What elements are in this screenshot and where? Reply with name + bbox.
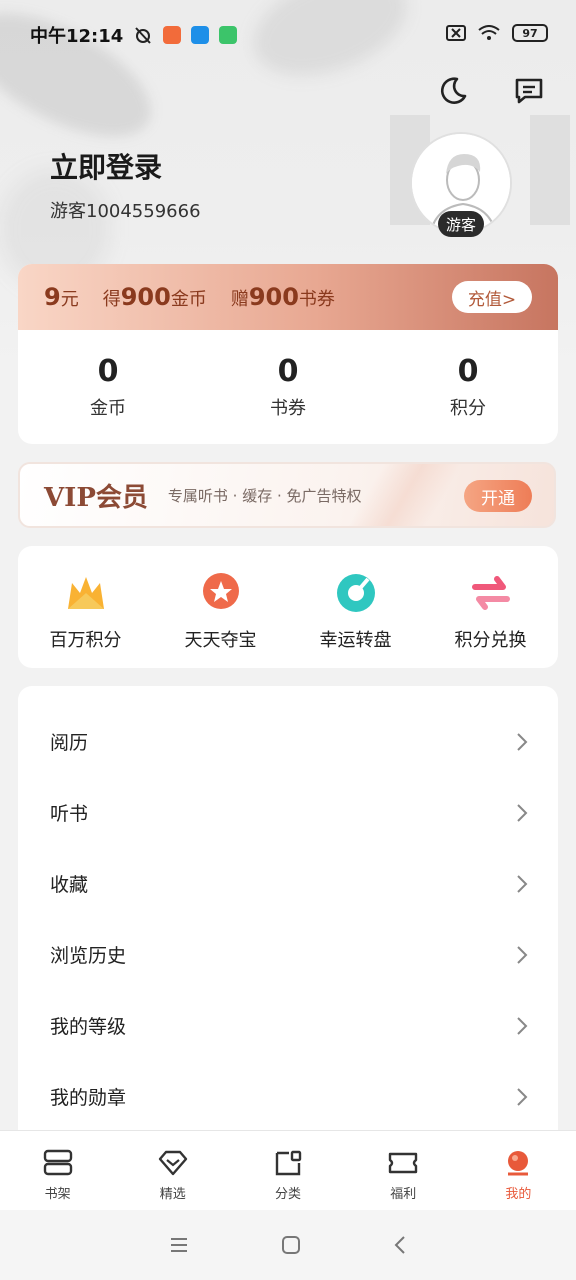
vip-open-button[interactable]: 开通 [464, 480, 532, 512]
guest-id: 游客1004559666 [50, 201, 201, 222]
coin-card: 9 元 得 900 金币 赠 900 书券 充值> 0 金币 0 书券 0 积分 [18, 264, 558, 444]
offer-price: 9 元 [44, 283, 79, 311]
stat-vouchers-value: 0 [277, 354, 299, 389]
menu-item-label: 我的等级 [50, 1016, 127, 1038]
stat-vouchers-label: 书券 [270, 398, 306, 419]
vip-title: VIP会员 [44, 482, 148, 513]
chevron-right-icon [517, 1087, 528, 1106]
vip-banner[interactable]: VIP会员 专属听书 · 缓存 · 免广告特权 开通 [18, 462, 556, 528]
balance-stats: 0 金币 0 书券 0 积分 [18, 330, 558, 444]
top-actions [436, 74, 546, 108]
diamond-icon [158, 1150, 187, 1176]
alarm-off-icon [135, 27, 152, 44]
sim-off-icon [446, 25, 466, 41]
back-icon[interactable] [393, 1235, 407, 1255]
battery-indicator: 97 [512, 24, 548, 42]
stat-points[interactable]: 0 积分 [378, 330, 558, 444]
system-navigation-bar [0, 1210, 576, 1280]
messages-button[interactable] [512, 74, 546, 108]
category-icon [275, 1150, 302, 1176]
stat-vouchers[interactable]: 0 书券 [198, 330, 378, 444]
tab-mine[interactable]: 我的 [461, 1131, 576, 1210]
status-notification-icons [133, 25, 238, 45]
moon-icon [440, 77, 467, 104]
home-icon[interactable] [281, 1235, 301, 1255]
message-icon [515, 78, 543, 104]
tab-benefits[interactable]: 福利 [346, 1131, 461, 1210]
exchange-icon [468, 570, 514, 616]
chevron-right-icon [517, 1016, 528, 1035]
menu-item-label: 收藏 [50, 874, 89, 896]
chevron-right-icon [517, 803, 528, 822]
chevron-right-icon [517, 945, 528, 964]
wheel-icon [333, 570, 379, 616]
bottom-tab-bar: 书架 精选 分类 福利 我的 [0, 1130, 576, 1210]
status-bar: 中午12:14 97 [0, 0, 576, 70]
menu-item-label: 我的勋章 [50, 1087, 127, 1109]
feature-grid: 百万积分 天天夺宝 幸运转盘 积分兑换 [18, 546, 558, 668]
offer-price-unit: 元 [60, 289, 79, 310]
stat-points-value: 0 [457, 354, 479, 389]
menu-item-reading-history[interactable]: 阅历 [18, 706, 558, 777]
tab-bookshelf[interactable]: 书架 [0, 1131, 115, 1210]
feature-label: 幸运转盘 [319, 630, 392, 651]
feature-million-points[interactable]: 百万积分 [18, 546, 153, 668]
profile-icon [508, 1151, 529, 1176]
crown-icon [63, 570, 109, 616]
menu-item-browse-history[interactable]: 浏览历史 [18, 919, 558, 990]
tab-label: 我的 [505, 1187, 532, 1202]
menu-item-my-medals[interactable]: 我的勋章 [18, 1061, 558, 1132]
menu-item-favorites[interactable]: 收藏 [18, 848, 558, 919]
offer-coins-unit: 金币 [170, 289, 207, 310]
menu-item-my-level[interactable]: 我的等级 [18, 990, 558, 1061]
offer-vouchers-unit: 书券 [298, 289, 335, 310]
recharge-banner[interactable]: 9 元 得 900 金币 赠 900 书券 充值> [18, 264, 558, 330]
tool-notification-icon [219, 26, 238, 44]
tab-label: 分类 [275, 1187, 302, 1202]
offer-vouchers-prefix: 赠 [230, 289, 249, 310]
menu-item-label: 听书 [50, 803, 89, 825]
tab-label: 福利 [390, 1187, 417, 1202]
feature-label: 积分兑换 [454, 630, 527, 651]
menu-item-label: 浏览历史 [50, 945, 127, 967]
tab-category[interactable]: 分类 [230, 1131, 345, 1210]
feature-label: 天天夺宝 [184, 630, 257, 651]
feature-label: 百万积分 [49, 630, 122, 651]
night-mode-button[interactable] [436, 74, 470, 108]
login-link[interactable]: 立即登录 [50, 146, 162, 186]
menu-icon[interactable] [169, 1236, 189, 1254]
status-system-icons: 97 [446, 24, 548, 42]
status-time: 中午12:14 [30, 26, 124, 47]
offer-coins: 得 900 金币 [103, 283, 207, 311]
tab-featured[interactable]: 精选 [115, 1131, 230, 1210]
feature-lucky-wheel[interactable]: 幸运转盘 [288, 546, 423, 668]
chevron-right-icon [517, 732, 528, 751]
vip-decoration [330, 464, 470, 526]
ticket-icon [389, 1152, 418, 1174]
chevron-right-icon [517, 874, 528, 893]
bookshelf-icon [43, 1149, 72, 1176]
offer-coins-value: 900 [120, 283, 171, 311]
stat-coins[interactable]: 0 金币 [18, 330, 198, 444]
offer-price-value: 9 [44, 283, 61, 311]
offer-coins-prefix: 得 [102, 289, 121, 310]
app-notification-icon [163, 26, 182, 44]
upload-notification-icon [191, 26, 210, 44]
tab-label: 精选 [159, 1187, 186, 1202]
tab-label: 书架 [44, 1187, 71, 1202]
stat-points-label: 积分 [450, 398, 486, 419]
wifi-icon [478, 25, 500, 40]
menu-item-label: 阅历 [50, 732, 89, 754]
menu-list: 阅历 听书 收藏 浏览历史 我的等级 我的勋章 [18, 686, 558, 1146]
menu-item-audiobooks[interactable]: 听书 [18, 777, 558, 848]
offer-vouchers-value: 900 [248, 283, 299, 311]
stat-coins-label: 金币 [90, 398, 126, 419]
stat-coins-value: 0 [97, 354, 119, 389]
recharge-button[interactable]: 充值> [452, 281, 532, 313]
feature-points-exchange[interactable]: 积分兑换 [423, 546, 558, 668]
offer-vouchers: 赠 900 书券 [231, 283, 335, 311]
star-badge-icon [198, 570, 244, 616]
avatar-badge: 游客 [438, 211, 484, 237]
feature-daily-treasure[interactable]: 天天夺宝 [153, 546, 288, 668]
